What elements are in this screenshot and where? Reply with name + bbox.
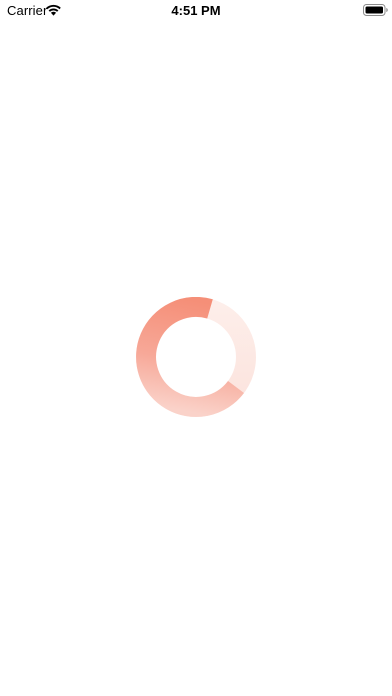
status-bar: Carrier 4:51 PM xyxy=(0,0,392,22)
status-time: 4:51 PM xyxy=(171,3,221,18)
battery-icon xyxy=(363,4,388,16)
loading-spinner xyxy=(136,296,256,417)
loading-spinner-icon xyxy=(136,296,256,417)
